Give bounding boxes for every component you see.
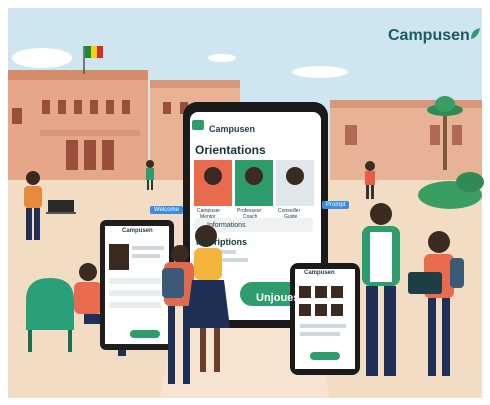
campus-scene [8, 8, 484, 398]
profile-role: Guide [284, 214, 298, 220]
illustration-frame: Campusen Campusen Orientations Campuser … [0, 0, 490, 405]
section-title: Orientations [195, 143, 266, 157]
phone-right [290, 263, 360, 375]
join-button: Unjoues [256, 292, 300, 304]
brand-logo-text: Campusen [388, 27, 470, 44]
cloud [292, 66, 348, 78]
sub-section-title: Inscriptions [196, 237, 248, 247]
phone-brand-label: Campusen [304, 270, 335, 276]
cloud [208, 54, 236, 62]
profile-role: Mentor [200, 214, 216, 220]
leaf-icon [471, 28, 480, 39]
chat-tag-right: Prompt [322, 201, 350, 209]
tablet-brand-label: Campusen [122, 228, 153, 234]
chat-tag-left: Welcome [150, 206, 183, 214]
info-row-label: Informations [207, 222, 246, 229]
profile-role: Coach [243, 214, 258, 220]
flag-icon [85, 46, 103, 58]
app-brand-label: Campusen [209, 124, 256, 134]
cloud [12, 48, 72, 68]
